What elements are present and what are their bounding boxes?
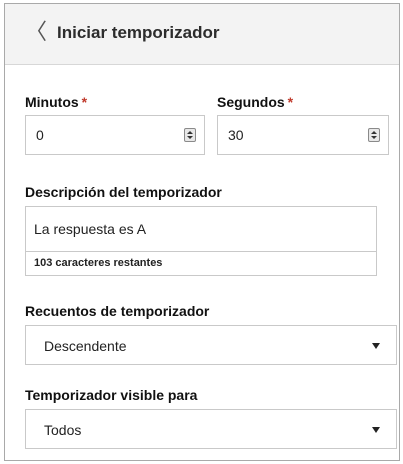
- visibility-label: Temporizador visible para: [25, 387, 198, 403]
- page-title: Iniciar temporizador: [57, 23, 220, 42]
- chevron-down-icon: [372, 427, 380, 433]
- spinner-icon[interactable]: [368, 128, 380, 142]
- seconds-input[interactable]: 30: [217, 115, 389, 155]
- spinner-icon[interactable]: [184, 128, 196, 142]
- characters-remaining: 103 caracteres restantes: [34, 257, 163, 269]
- required-marker: *: [81, 94, 88, 110]
- minutes-value: 0: [36, 127, 44, 143]
- required-marker: *: [287, 94, 294, 110]
- visibility-select[interactable]: Todos: [25, 409, 397, 449]
- chevron-down-icon: [372, 343, 380, 349]
- minutes-input[interactable]: 0: [25, 115, 205, 155]
- minutes-label: Minutos *: [25, 94, 87, 110]
- counting-label: Recuentos de temporizador: [25, 303, 210, 319]
- seconds-label: Segundos *: [217, 94, 293, 110]
- counting-select[interactable]: Descendente: [25, 325, 397, 365]
- seconds-label-text: Segundos: [217, 94, 285, 110]
- visibility-selected: Todos: [44, 422, 82, 438]
- description-field: La respuesta es A 103 caracteres restant…: [25, 206, 377, 276]
- seconds-value: 30: [228, 127, 244, 143]
- chevron-left-icon[interactable]: 〈: [25, 20, 47, 44]
- description-value: La respuesta es A: [34, 221, 147, 237]
- counting-selected: Descendente: [44, 338, 127, 354]
- panel-header: 〈 Iniciar temporizador: [5, 4, 399, 65]
- description-label: Descripción del temporizador: [25, 184, 222, 200]
- minutes-label-text: Minutos: [25, 94, 79, 110]
- description-input[interactable]: La respuesta es A: [26, 207, 376, 252]
- start-timer-panel: 〈 Iniciar temporizador Minutos * 0 Segund…: [4, 3, 400, 461]
